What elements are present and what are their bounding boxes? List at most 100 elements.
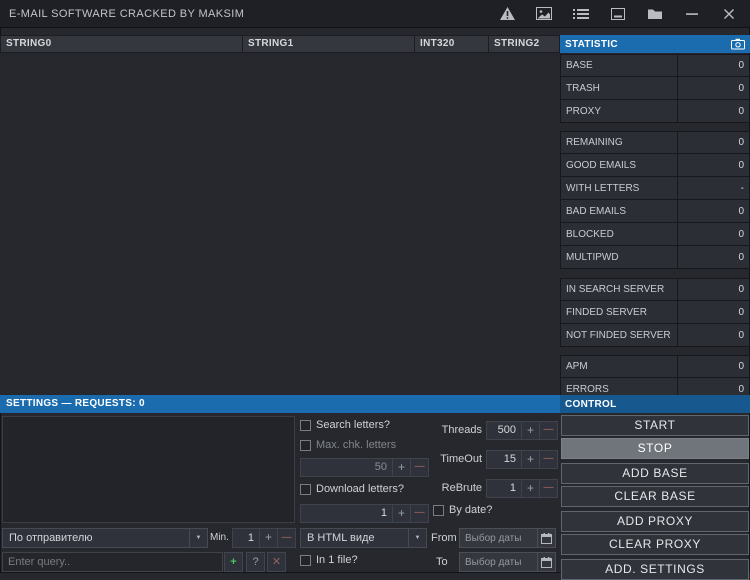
- stat-label: APM: [561, 356, 678, 377]
- stepper-increase-button[interactable]: +: [521, 422, 539, 439]
- window-title: E-MAIL SOFTWARE CRACKED BY MAKSIM: [0, 8, 244, 20]
- stepper-value[interactable]: 50: [301, 459, 392, 476]
- tray-window-icon[interactable]: [609, 5, 627, 23]
- stepper-value[interactable]: 1: [487, 480, 521, 497]
- column-header[interactable]: STRING2: [489, 35, 560, 53]
- titlebar-icons: [498, 5, 750, 23]
- column-header[interactable]: STRING1: [243, 35, 415, 53]
- stepper-value[interactable]: 1: [233, 529, 259, 547]
- download-letters-checkbox[interactable]: Download letters?: [300, 483, 404, 495]
- stepper-increase-button[interactable]: +: [392, 459, 410, 476]
- add-query-button[interactable]: +: [224, 552, 243, 572]
- calendar-icon[interactable]: [537, 529, 555, 547]
- results-table-header: STRING0 STRING1 INT320 STRING2: [0, 35, 560, 53]
- stepper-decrease-button[interactable]: —: [539, 422, 557, 439]
- stepper-value[interactable]: 15: [487, 451, 521, 468]
- stepper-decrease-button[interactable]: —: [410, 459, 428, 476]
- stat-value: 0: [678, 200, 749, 222]
- stepper-increase-button[interactable]: +: [521, 451, 539, 468]
- stepper-decrease-button[interactable]: —: [277, 529, 295, 547]
- min-stepper: 1 + —: [232, 528, 296, 548]
- select-value: В HTML виде: [301, 532, 408, 544]
- min-label: Min.: [210, 532, 229, 543]
- clear-base-button[interactable]: CLEAR BASE: [561, 486, 749, 507]
- from-label: From: [431, 532, 457, 544]
- stepper-increase-button[interactable]: +: [521, 480, 539, 497]
- minimize-button[interactable]: [683, 5, 701, 23]
- stat-label: FINDED SERVER: [561, 301, 678, 323]
- statistic-title: STATISTIC: [565, 39, 731, 50]
- warning-icon[interactable]: [498, 5, 516, 23]
- to-date-picker[interactable]: Выбор даты: [459, 552, 556, 572]
- stepper-increase-button[interactable]: +: [392, 505, 410, 522]
- stepper-decrease-button[interactable]: —: [539, 451, 557, 468]
- sender-filter-select[interactable]: По отправителю ▼: [2, 528, 208, 548]
- stat-value: 0: [678, 246, 749, 268]
- folder-icon[interactable]: [646, 5, 664, 23]
- image-export-icon[interactable]: [535, 5, 553, 23]
- stat-label: BASE: [561, 55, 678, 76]
- stat-value: 0: [678, 55, 749, 76]
- stat-value: 0: [678, 356, 749, 377]
- stepper-decrease-button[interactable]: —: [539, 480, 557, 497]
- stat-label: PROXY: [561, 100, 678, 122]
- help-button[interactable]: ?: [246, 552, 265, 572]
- search-letters-checkbox[interactable]: Search letters?: [300, 419, 390, 431]
- stat-value: 0: [678, 324, 749, 346]
- chevron-down-icon[interactable]: ▼: [189, 529, 207, 547]
- column-header[interactable]: INT320: [415, 35, 489, 53]
- checkbox-box[interactable]: [300, 440, 311, 451]
- queries-list[interactable]: [2, 416, 295, 523]
- stop-button[interactable]: STOP: [561, 438, 749, 459]
- select-value: По отправителю: [3, 532, 189, 544]
- calendar-icon[interactable]: [537, 553, 555, 571]
- stat-row: BLOCKED 0: [560, 223, 750, 246]
- stat-row: MULTIPWD 0: [560, 246, 750, 269]
- stepper-value[interactable]: 500: [487, 422, 521, 439]
- add-base-button[interactable]: ADD BASE: [561, 463, 749, 484]
- stat-row: REMAINING 0: [560, 131, 750, 154]
- stat-label: MULTIPWD: [561, 246, 678, 268]
- app-window: E-MAIL SOFTWARE CRACKED BY MAKSIM: [0, 0, 750, 573]
- stepper-decrease-button[interactable]: —: [410, 505, 428, 522]
- query-input[interactable]: [2, 552, 223, 572]
- add-settings-button[interactable]: ADD. SETTINGS: [561, 559, 749, 580]
- checkbox-box[interactable]: [300, 555, 311, 566]
- max-chk-letters-checkbox[interactable]: Max. chk. letters: [300, 439, 396, 451]
- column-header[interactable]: STRING0: [0, 35, 243, 53]
- checkbox-box[interactable]: [300, 420, 311, 431]
- stat-label: IN SEARCH SERVER: [561, 279, 678, 300]
- stepper-increase-button[interactable]: +: [259, 529, 277, 547]
- rebrute-stepper: 1 + —: [486, 479, 558, 498]
- results-area[interactable]: [0, 53, 560, 395]
- camera-icon[interactable]: [731, 38, 745, 50]
- checkbox-box[interactable]: [433, 505, 444, 516]
- stat-value: 0: [678, 77, 749, 99]
- to-label: To: [436, 556, 448, 568]
- control-panel: START STOP ADD BASE CLEAR BASE ADD PROXY…: [560, 413, 750, 580]
- stat-group-server: IN SEARCH SERVER 0 FINDED SERVER 0 NOT F…: [560, 278, 750, 347]
- start-button[interactable]: START: [561, 415, 749, 436]
- from-date-picker[interactable]: Выбор даты: [459, 528, 556, 548]
- close-button[interactable]: [720, 5, 738, 23]
- checkbox-label: Download letters?: [316, 483, 404, 495]
- by-date-checkbox[interactable]: By date?: [433, 504, 492, 516]
- clear-proxy-button[interactable]: CLEAR PROXY: [561, 534, 749, 555]
- add-proxy-button[interactable]: ADD PROXY: [561, 511, 749, 532]
- statistic-panel: STATISTIC BASE 0 TRASH 0 PROXY 0 REMAINI…: [560, 35, 750, 401]
- list-icon[interactable]: [572, 5, 590, 23]
- stat-label: BAD EMAILS: [561, 200, 678, 222]
- stat-row: GOOD EMAILS 0: [560, 154, 750, 177]
- in-one-file-checkbox[interactable]: In 1 file?: [300, 554, 358, 566]
- stat-label: REMAINING: [561, 132, 678, 153]
- checkbox-label: Max. chk. letters: [316, 439, 396, 451]
- format-select[interactable]: В HTML виде ▼: [300, 528, 427, 548]
- chevron-down-icon[interactable]: ▼: [408, 529, 426, 547]
- stepper-value[interactable]: 1: [301, 505, 392, 522]
- stat-label: BLOCKED: [561, 223, 678, 245]
- stat-row: NOT FINDED SERVER 0: [560, 324, 750, 347]
- checkbox-box[interactable]: [300, 484, 311, 495]
- max-letters-stepper: 50 + —: [300, 458, 429, 477]
- clear-query-button[interactable]: ✕: [267, 552, 286, 572]
- stat-row: TRASH 0: [560, 77, 750, 100]
